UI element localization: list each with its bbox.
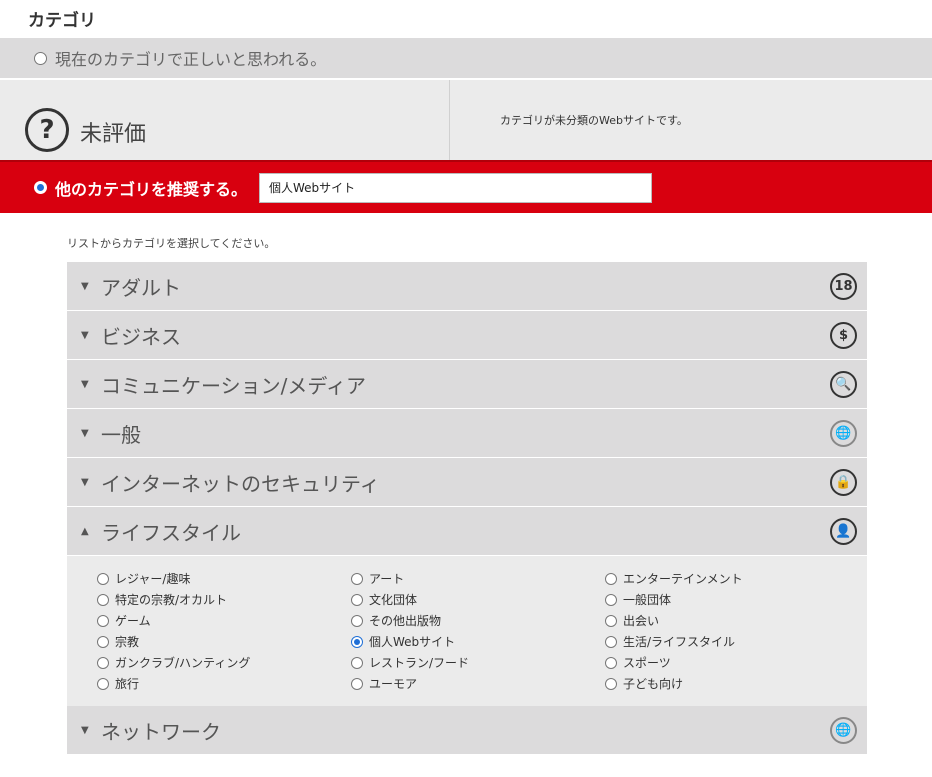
- subcategory-option[interactable]: エンターテインメント: [605, 568, 859, 589]
- network-globe-icon: 🌐: [830, 717, 857, 744]
- subcategory-option[interactable]: 子ども向け: [605, 673, 859, 694]
- section-title: カテゴリ: [28, 11, 96, 31]
- chevron-down-icon: ▼: [81, 378, 89, 390]
- rating-description: カテゴリが未分類のWebサイトです。: [500, 114, 688, 127]
- subcategory-radio[interactable]: [605, 677, 617, 690]
- media-search-icon: 🔍: [830, 371, 857, 398]
- subcategory-radio[interactable]: [351, 635, 363, 648]
- subcategory-option[interactable]: ガンクラブ/ハンティング: [97, 652, 351, 673]
- subcategory-radio[interactable]: [351, 677, 363, 690]
- subcategory-radio[interactable]: [605, 593, 617, 606]
- subcategory-radio[interactable]: [605, 656, 617, 669]
- question-icon: ?: [25, 108, 69, 152]
- category-name: ライフスタイル: [101, 520, 241, 545]
- category-name: アダルト: [101, 275, 181, 300]
- subcategory-grid: レジャー/趣味 アート エンターテインメント 特定の宗教/オカルト 文化団体 一…: [67, 568, 867, 694]
- subcategory-radio[interactable]: [605, 614, 617, 627]
- subcategory-option[interactable]: 特定の宗教/オカルト: [97, 589, 351, 610]
- chevron-down-icon: ▼: [81, 724, 89, 736]
- subcategory-option[interactable]: スポーツ: [605, 652, 859, 673]
- chevron-down-icon: ▼: [81, 280, 89, 292]
- category-general[interactable]: ▼ 一般 🌐: [67, 409, 867, 458]
- category-name: ビジネス: [101, 324, 181, 349]
- chevron-down-icon: ▼: [81, 427, 89, 439]
- subcategory-option[interactable]: ユーモア: [351, 673, 605, 694]
- subcategory-option[interactable]: 出会い: [605, 610, 859, 631]
- category-internet-security[interactable]: ▼ インターネットのセキュリティ 🔒: [67, 458, 867, 507]
- subcategory-radio[interactable]: [97, 635, 109, 648]
- suggest-category-radio[interactable]: [34, 181, 47, 194]
- category-name: ネットワーク: [101, 719, 221, 744]
- subcategory-radio[interactable]: [351, 656, 363, 669]
- subcategory-option[interactable]: レジャー/趣味: [97, 568, 351, 589]
- category-name: インターネットのセキュリティ: [101, 471, 380, 496]
- rating-box: ? 未評価: [0, 80, 450, 160]
- subcategory-radio[interactable]: [605, 572, 617, 585]
- category-name: 一般: [101, 422, 141, 447]
- subcategory-option[interactable]: その他出版物: [351, 610, 605, 631]
- suggested-category-field[interactable]: [259, 172, 653, 203]
- subcategory-radio[interactable]: [351, 572, 363, 585]
- subcategory-radio[interactable]: [351, 593, 363, 606]
- subcategory-option[interactable]: 宗教: [97, 631, 351, 652]
- subcategory-option[interactable]: 一般団体: [605, 589, 859, 610]
- select-hint: リストからカテゴリを選択してください。: [67, 237, 276, 250]
- subcategory-option-selected[interactable]: 個人Webサイト: [351, 631, 605, 652]
- age-18-icon: 18: [830, 273, 857, 300]
- category-network[interactable]: ▼ ネットワーク 🌐: [67, 706, 867, 755]
- lifestyle-icon: 👤: [830, 518, 857, 545]
- suggest-category-label: 他のカテゴリを推奨する。: [55, 179, 248, 199]
- subcategory-option[interactable]: 文化団体: [351, 589, 605, 610]
- subcategory-radio[interactable]: [97, 593, 109, 606]
- subcategory-option[interactable]: アート: [351, 568, 605, 589]
- suggest-category-option[interactable]: 他のカテゴリを推奨する。: [0, 160, 932, 213]
- subcategory-radio[interactable]: [97, 656, 109, 669]
- subcategory-radio[interactable]: [97, 572, 109, 585]
- current-category-option[interactable]: 現在のカテゴリで正しいと思われる。: [0, 38, 932, 78]
- subcategory-radio[interactable]: [605, 635, 617, 648]
- category-list: ▼ アダルト 18 ▼ ビジネス $ ▼ コミュニケーション/メディア 🔍 ▼ …: [67, 262, 867, 755]
- current-category-label: 現在のカテゴリで正しいと思われる。: [55, 50, 327, 69]
- subcategory-radio[interactable]: [351, 614, 363, 627]
- subcategory-radio[interactable]: [97, 614, 109, 627]
- globe-icon: 🌐: [830, 420, 857, 447]
- chevron-down-icon: ▼: [81, 329, 89, 341]
- lifestyle-subcategories: レジャー/趣味 アート エンターテインメント 特定の宗教/オカルト 文化団体 一…: [67, 556, 867, 706]
- dollar-icon: $: [830, 322, 857, 349]
- category-adult[interactable]: ▼ アダルト 18: [67, 262, 867, 311]
- rating-label: 未評価: [80, 122, 147, 147]
- category-business[interactable]: ▼ ビジネス $: [67, 311, 867, 360]
- subcategory-option[interactable]: 旅行: [97, 673, 351, 694]
- subcategory-option[interactable]: レストラン/フード: [351, 652, 605, 673]
- chevron-down-icon: ▼: [81, 476, 89, 488]
- category-communication-media[interactable]: ▼ コミュニケーション/メディア 🔍: [67, 360, 867, 409]
- chevron-up-icon: ▲: [81, 525, 89, 537]
- rating-panel: ? 未評価 カテゴリが未分類のWebサイトです。: [0, 80, 932, 160]
- subcategory-radio[interactable]: [97, 677, 109, 690]
- current-category-radio[interactable]: [34, 51, 47, 65]
- category-name: コミュニケーション/メディア: [101, 373, 366, 398]
- subcategory-option[interactable]: 生活/ライフスタイル: [605, 631, 859, 652]
- subcategory-option[interactable]: ゲーム: [97, 610, 351, 631]
- lock-icon: 🔒: [830, 469, 857, 496]
- category-lifestyle[interactable]: ▲ ライフスタイル 👤: [67, 507, 867, 556]
